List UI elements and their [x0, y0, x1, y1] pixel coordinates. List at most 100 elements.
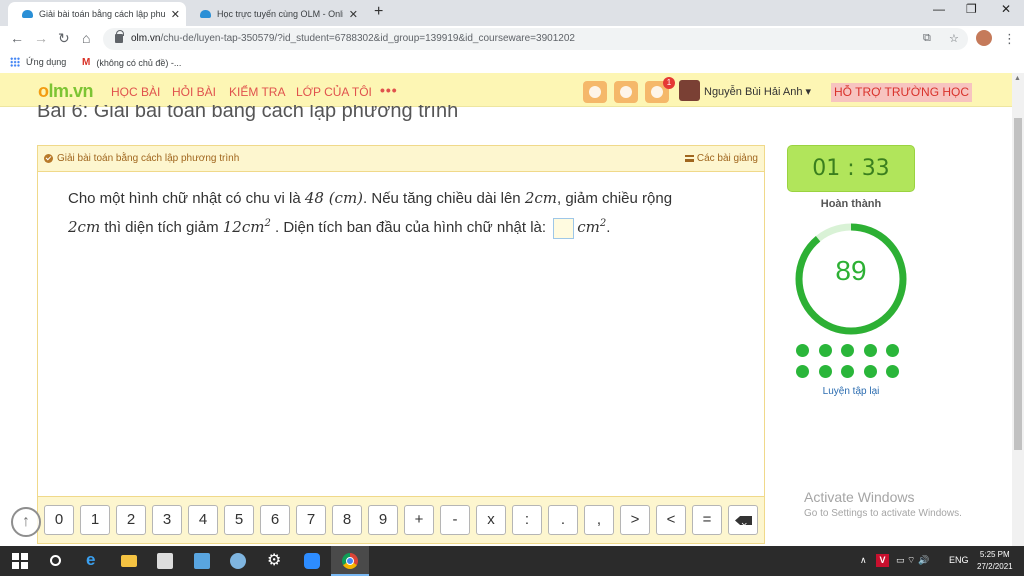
lock-icon — [115, 30, 124, 43]
support-button[interactable]: HỖ TRỢ TRƯỜNG HỌC — [831, 83, 973, 102]
language-indicator[interactable]: ENG — [949, 555, 969, 565]
nav-lop-cua-toi[interactable]: LỚP CỦA TÔI — [296, 85, 372, 99]
key-15[interactable]: , — [584, 505, 614, 535]
chat-icon[interactable] — [614, 81, 638, 103]
url-text: olm.vn/chu-de/luyen-tap-350579/?id_stude… — [131, 33, 575, 44]
progress-dot — [886, 365, 899, 378]
reload-button[interactable]: ↻ — [58, 30, 70, 47]
forward-button[interactable]: → — [34, 30, 48, 46]
restore-button[interactable]: ❐ — [966, 2, 977, 16]
zoom-icon[interactable] — [304, 553, 320, 569]
question-text: Cho một hình chữ nhật có chu vi là 48 (c… — [68, 186, 748, 240]
back-button[interactable]: ← — [10, 30, 24, 46]
progress-dot — [841, 344, 854, 357]
more-menu-icon[interactable]: ••• — [380, 82, 398, 98]
cloud-icon — [200, 10, 211, 18]
key-8[interactable]: 8 — [332, 505, 362, 535]
scroll-up-arrow[interactable]: ▲ — [1014, 75, 1021, 82]
olm-logo[interactable]: olm.vn — [38, 81, 94, 102]
tab-title: Học trực tuyến cùng OLM - Onlin — [217, 9, 343, 19]
key-2[interactable]: 2 — [116, 505, 146, 535]
key-5[interactable]: 5 — [224, 505, 254, 535]
key-0[interactable]: 0 — [44, 505, 74, 535]
apps-grid-icon — [10, 57, 20, 67]
close-window-button[interactable]: ✕ — [1001, 2, 1011, 16]
browser-tab-strip: Giải bài toán bằng cách lập phươ ✕ Học t… — [0, 0, 1024, 26]
nav-kiem-tra[interactable]: KIỂM TRA — [229, 85, 285, 99]
user-name-menu[interactable]: Nguyễn Bùi Hải Anh ▾ — [704, 85, 811, 98]
key-3[interactable]: 3 — [152, 505, 182, 535]
key-7[interactable]: 7 — [296, 505, 326, 535]
key-14[interactable]: . — [548, 505, 578, 535]
progress-dot — [796, 365, 809, 378]
tray-v-icon[interactable]: V — [876, 554, 889, 567]
nav-hoc-bai[interactable]: HỌC BÀI — [111, 85, 160, 99]
score-value: 89 — [835, 255, 867, 286]
tab-title: Giải bài toán bằng cách lập phươ — [39, 9, 165, 19]
key-6[interactable]: 6 — [260, 505, 290, 535]
key-4[interactable]: 4 — [188, 505, 218, 535]
user-avatar[interactable] — [679, 80, 700, 101]
bookmark-apps[interactable]: Ứng dụng — [10, 57, 66, 67]
tray-system-icons[interactable]: ▭ ⌔ 🔊 — [896, 555, 929, 566]
cloud-icon — [22, 10, 33, 18]
address-bar[interactable]: olm.vn/chu-de/luyen-tap-350579/?id_stude… — [103, 28, 968, 50]
system-clock[interactable]: 5:25 PM 27/2/2021 — [977, 549, 1013, 573]
progress-dot — [841, 365, 854, 378]
search-icon[interactable] — [50, 555, 61, 566]
activate-windows-watermark: Activate Windows Go to Settings to activ… — [804, 489, 962, 519]
backspace-key[interactable] — [728, 505, 758, 535]
tab-hoc-truc-tuyen[interactable]: Học trực tuyến cùng OLM - Onlin ✕ — [186, 2, 364, 26]
exercise-panel-header: Giải bài toán bằng cách lập phương trình… — [38, 146, 764, 172]
new-tab-button[interactable]: + — [374, 3, 383, 21]
file-explorer-icon[interactable] — [121, 555, 137, 567]
store-icon[interactable] — [194, 553, 210, 569]
bookmark-gmail[interactable]: M (không có chủ đề) -... — [82, 57, 181, 68]
key-17[interactable]: < — [656, 505, 686, 535]
page-scrollbar[interactable]: ▲ — [1012, 73, 1024, 546]
star-icon[interactable]: ☆ — [949, 32, 959, 45]
scrollbar-thumb[interactable] — [1014, 118, 1022, 450]
translate-icon[interactable]: ⧉ — [923, 32, 931, 45]
check-circle-icon — [44, 154, 53, 163]
exercise-panel: Giải bài toán bằng cách lập phương trình… — [37, 145, 765, 497]
exercise-topic: Giải bài toán bằng cách lập phương trình — [44, 153, 239, 164]
lessons-link[interactable]: Các bài giảng — [684, 153, 758, 164]
retry-link[interactable]: Luyện tập lại — [787, 386, 915, 397]
key-10[interactable]: + — [404, 505, 434, 535]
settings-gear-icon[interactable]: ⚙ — [267, 550, 281, 570]
timer: 01 : 33 — [787, 145, 915, 192]
progress-dot — [863, 365, 877, 378]
key-13[interactable]: : — [512, 505, 542, 535]
friends-icon[interactable] — [583, 81, 607, 103]
tray-expand-icon[interactable]: ∧ — [860, 555, 867, 566]
apps-icon[interactable] — [157, 553, 173, 569]
key-16[interactable]: > — [620, 505, 650, 535]
chrome-taskbar-button[interactable] — [331, 546, 369, 576]
key-12[interactable]: x — [476, 505, 506, 535]
nav-hoi-bai[interactable]: HỎI BÀI — [172, 85, 216, 99]
close-icon[interactable]: ✕ — [349, 8, 358, 21]
chrome-icon — [342, 553, 358, 569]
progress-dot — [818, 344, 832, 357]
key-18[interactable]: = — [692, 505, 722, 535]
paint-icon[interactable] — [230, 553, 246, 569]
math-keypad: 0123456789+-x:.,><= — [37, 497, 765, 544]
answer-input[interactable] — [553, 217, 575, 239]
profile-avatar[interactable] — [976, 30, 992, 46]
minimize-button[interactable]: — — [933, 2, 945, 16]
progress-dot — [818, 365, 832, 378]
tab-giai-bai-toan[interactable]: Giải bài toán bằng cách lập phươ ✕ — [8, 2, 186, 26]
windows-start-icon[interactable] — [12, 553, 28, 569]
close-icon[interactable]: ✕ — [171, 8, 180, 21]
browser-menu-icon[interactable]: ⋮ — [1003, 31, 1016, 47]
progress-dot — [886, 344, 899, 357]
key-1[interactable]: 1 — [80, 505, 110, 535]
home-button[interactable]: ⌂ — [82, 30, 90, 46]
key-11[interactable]: - — [440, 505, 470, 535]
edge-icon[interactable]: e — [86, 550, 95, 570]
key-9[interactable]: 9 — [368, 505, 398, 535]
scroll-to-top-button[interactable]: ↑ — [11, 507, 41, 537]
list-icon — [684, 155, 694, 162]
windows-taskbar: e ⚙ ∧ V ▭ ⌔ 🔊 ENG — [0, 546, 1024, 576]
